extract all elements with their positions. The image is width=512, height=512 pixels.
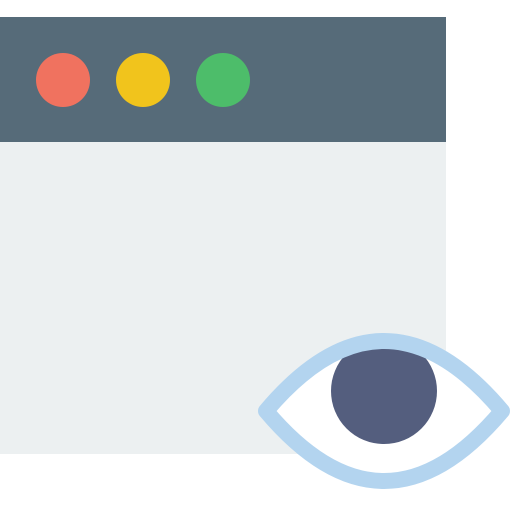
eye-icon	[0, 0, 512, 512]
